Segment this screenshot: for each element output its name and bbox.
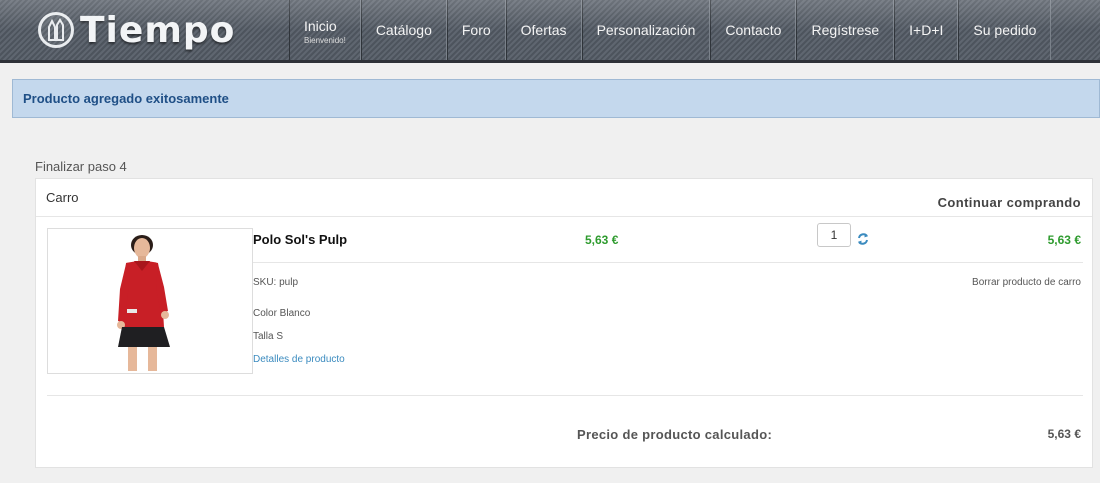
cart-panel-header: Carro Continuar comprando [36,179,1092,217]
cart-title: Carro [46,190,79,205]
nav-foro-label: Foro [461,22,491,38]
nav-ofertas[interactable]: Ofertas [505,0,582,60]
line-total-price: 5,63 € [1047,233,1081,247]
cart-panel: Carro Continuar comprando Polo Sol's Pul… [35,178,1093,468]
calculated-price-label: Precio de producto calculado: [577,427,773,442]
product-color: Color Blanco [253,308,311,319]
summary-divider [47,395,1083,396]
product-name[interactable]: Polo Sol's Pulp [253,232,347,247]
nav-contacto-label: Contacto [725,22,782,38]
nav-personalizacion[interactable]: Personalización [581,0,711,60]
nav-ofertas-label: Ofertas [520,22,567,38]
remove-item-link[interactable]: Borrar producto de carro [972,277,1081,288]
nav-inicio[interactable]: Inicio Bienvenido! [289,0,361,60]
nav-inicio-subtitle: Bienvenido! [304,35,346,45]
site-logo[interactable]: Tiempo [38,9,236,51]
nav-inicio-label: Inicio [304,17,337,34]
checkout-step-label: Finalizar paso 4 [35,159,127,174]
unit-price: 5,63 € [585,233,619,247]
continue-shopping-link[interactable]: Continuar comprando [938,195,1081,210]
nav-idi[interactable]: I+D+I [894,0,959,60]
product-size: Talla S [253,331,284,342]
nav-registrese-label: Regístrese [811,22,880,38]
product-image[interactable] [47,228,253,374]
product-details-link[interactable]: Detalles de producto [253,354,345,365]
success-alert: Producto agregado exitosamente [12,79,1100,118]
nav-catalogo[interactable]: Catálogo [360,0,447,60]
product-sku: SKU: pulp [253,277,299,288]
nav-catalogo-label: Catálogo [375,22,432,38]
nav-contacto[interactable]: Contacto [710,0,797,60]
nav-foro[interactable]: Foro [446,0,506,60]
main-nav: Inicio Bienvenido! Catálogo Foro Ofertas… [289,0,1052,60]
item-divider [253,262,1083,263]
site-header: Tiempo Inicio Bienvenido! Catálogo Foro … [0,0,1100,63]
nav-idi-label: I+D+I [909,22,944,38]
nav-su-pedido[interactable]: Su pedido [958,0,1052,60]
success-alert-message: Producto agregado exitosamente [23,91,229,106]
nav-registrese[interactable]: Regístrese [796,0,895,60]
quantity-input[interactable] [817,223,851,247]
calculated-price-value: 5,63 € [1047,427,1081,441]
logo-icon [38,12,74,48]
nav-personalizacion-label: Personalización [596,22,696,38]
refresh-icon[interactable] [856,232,870,246]
nav-su-pedido-label: Su pedido [973,22,1037,38]
logo-text: Tiempo [80,9,236,51]
